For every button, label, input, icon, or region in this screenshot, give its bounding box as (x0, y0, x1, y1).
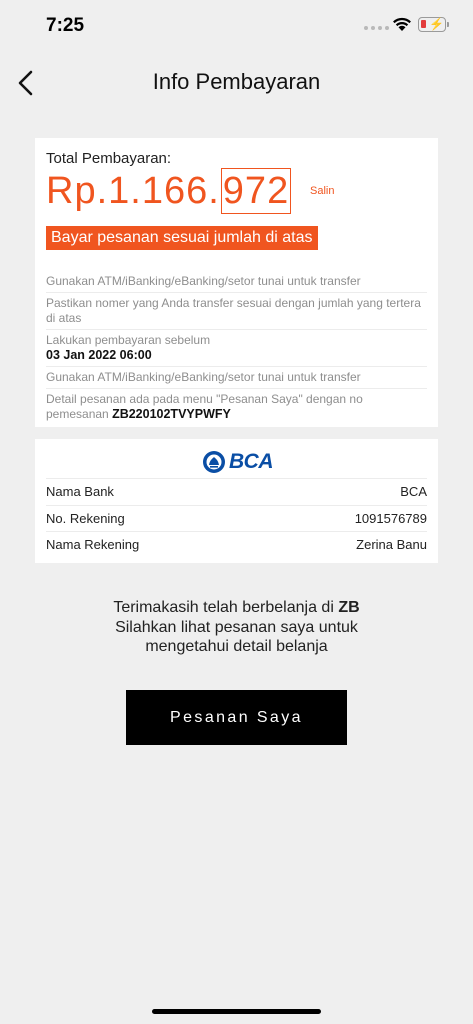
instruction-item: Pastikan nomer yang Anda transfer sesuai… (46, 293, 427, 330)
amount-prefix: Rp.1.166. (46, 169, 220, 212)
copy-amount-button[interactable]: Salin (310, 185, 334, 197)
amount-unique-code: 972 (220, 168, 292, 214)
bca-logo-text: BCA (229, 450, 274, 473)
status-bar: 7:25 ⚡ (0, 0, 473, 54)
instruction-item: Gunakan ATM/iBanking/eBanking/setor tuna… (46, 271, 427, 293)
instruction-item-order: Detail pesanan ada pada menu "Pesanan Sa… (46, 392, 363, 421)
battery-tip (447, 22, 449, 27)
payment-card: Total Pembayaran: Rp.1.166. 972 Salin Bay… (35, 138, 438, 427)
total-label: Total Pembayaran: (46, 150, 172, 167)
wifi-icon (393, 17, 411, 31)
page-title: Info Pembayaran (152, 69, 321, 94)
battery-icon: ⚡ (418, 17, 446, 32)
nav-header: Info Pembayaran (0, 56, 473, 110)
bca-emblem-icon (203, 451, 225, 473)
cellular-signal-icon (364, 26, 389, 30)
brand-name: ZB (338, 599, 360, 616)
total-amount: Rp.1.166. 972 (46, 168, 292, 214)
home-indicator[interactable] (152, 1009, 321, 1014)
status-time: 7:25 (46, 15, 85, 36)
instruction-item: Gunakan ATM/iBanking/eBanking/setor tuna… (46, 367, 427, 389)
bank-details: Nama Bank BCA No. Rekening 1091576789 Na… (46, 478, 427, 558)
thank-you-message: Terimakasih telah berbelanja di ZB Silah… (113, 599, 360, 655)
bca-logo: BCA (202, 449, 274, 475)
instruction-list: Gunakan ATM/iBanking/eBanking/setor tuna… (46, 271, 427, 425)
bank-row-name: Nama Bank BCA (46, 478, 427, 505)
my-orders-button[interactable]: Pesanan Saya (126, 690, 347, 745)
bank-row-account-number: No. Rekening 1091576789 (46, 504, 427, 532)
instruction-item-deadline: Lakukan pembayaran sebelum 03 Jan 2022 0… (46, 330, 427, 367)
payment-warning-badge: Bayar pesanan sesuai jumlah di atas (46, 226, 318, 250)
bank-row-account-name: Nama Rekening Zerina Banu (46, 531, 427, 558)
payment-deadline: 03 Jan 2022 06:00 (46, 348, 152, 362)
bank-card: BCA Nama Bank BCA No. Rekening 109157678… (35, 439, 438, 563)
order-number: ZB220102TVYPWFY (112, 407, 231, 421)
